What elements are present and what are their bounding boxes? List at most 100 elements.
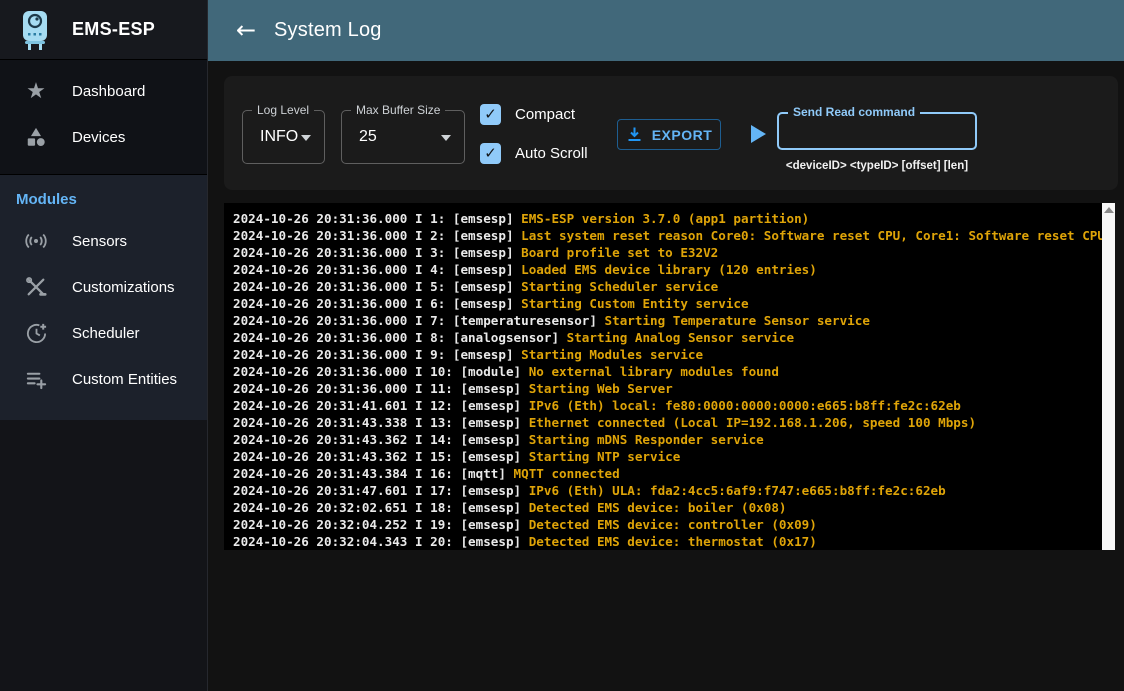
log-line-prefix: 2024-10-26 20:31:36.000 I 6: [emsesp]: [233, 296, 521, 311]
log-line: 2024-10-26 20:31:36.000 I 1: [emsesp] EM…: [233, 210, 1115, 227]
tools-icon: [24, 275, 48, 299]
log-line-message: Starting mDNS Responder service: [529, 432, 764, 447]
log-line-prefix: 2024-10-26 20:31:43.362 I 14: [emsesp]: [233, 432, 529, 447]
auto-scroll-checkbox-row[interactable]: ✓ Auto Scroll: [480, 143, 588, 164]
log-line-prefix: 2024-10-26 20:32:02.651 I 18: [emsesp]: [233, 500, 529, 515]
log-line-prefix: 2024-10-26 20:32:04.252 I 19: [emsesp]: [233, 517, 529, 532]
chevron-down-icon: [441, 135, 451, 141]
log-line-message: EMS-ESP version 3.7.0 (app1 partition): [521, 211, 809, 226]
modules-section-title: Modules: [0, 185, 207, 218]
log-line-prefix: 2024-10-26 20:31:36.000 I 10: [module]: [233, 364, 529, 379]
log-level-value: INFO: [260, 128, 298, 146]
antenna-icon: [24, 229, 48, 253]
send-read-command-input[interactable]: [779, 114, 975, 148]
log-line: 2024-10-26 20:31:36.000 I 8: [analogsens…: [233, 329, 1115, 346]
sidebar-item-label: Dashboard: [72, 83, 145, 100]
sidebar-item-devices[interactable]: Devices: [0, 114, 207, 160]
system-log-console[interactable]: 2024-10-26 20:31:36.000 I 1: [emsesp] EM…: [224, 203, 1115, 550]
sidebar-item-custom-entities[interactable]: Custom Entities: [0, 356, 207, 402]
log-level-select[interactable]: Log Level INFO: [242, 110, 325, 164]
log-line-prefix: 2024-10-26 20:31:36.000 I 8: [analogsens…: [233, 330, 567, 345]
compact-checkbox[interactable]: ✓: [480, 104, 501, 125]
log-line: 2024-10-26 20:31:36.000 I 5: [emsesp] St…: [233, 278, 1115, 295]
star-icon: ★: [24, 79, 48, 103]
log-line-prefix: 2024-10-26 20:31:47.601 I 17: [emsesp]: [233, 483, 529, 498]
log-line-prefix: 2024-10-26 20:31:36.000 I 5: [emsesp]: [233, 279, 521, 294]
log-line-message: Starting Scheduler service: [521, 279, 718, 294]
log-line-prefix: 2024-10-26 20:31:43.338 I 13: [emsesp]: [233, 415, 529, 430]
app-title: EMS-ESP: [72, 19, 155, 40]
log-line-message: IPv6 (Eth) ULA: fda2:4cc5:6af9:f747:e665…: [529, 483, 946, 498]
log-line-prefix: 2024-10-26 20:31:36.000 I 9: [emsesp]: [233, 347, 521, 362]
log-toolbar-card: Log Level INFO Max Buffer Size 25 ✓ Comp…: [224, 76, 1118, 190]
log-line: 2024-10-26 20:31:43.362 I 15: [emsesp] S…: [233, 448, 1115, 465]
log-line: 2024-10-26 20:31:43.362 I 14: [emsesp] S…: [233, 431, 1115, 448]
auto-scroll-checkbox-label: Auto Scroll: [515, 145, 588, 162]
console-scrollbar[interactable]: [1102, 203, 1115, 550]
log-line-message: MQTT connected: [514, 466, 620, 481]
log-line: 2024-10-26 20:32:04.252 I 19: [emsesp] D…: [233, 516, 1115, 533]
log-line-prefix: 2024-10-26 20:31:36.000 I 3: [emsesp]: [233, 245, 521, 260]
sidebar-item-label: Custom Entities: [72, 371, 177, 388]
page-title: System Log: [274, 19, 382, 42]
log-line-message: Last system reset reason Core0: Software…: [521, 228, 1105, 243]
appbar: ← System Log: [208, 0, 1124, 61]
boiler-logo-icon: [16, 9, 54, 51]
sidebar-modules-nav: Sensors Customizations Scheduler Custom Ent…: [0, 218, 207, 402]
log-line: 2024-10-26 20:31:47.601 I 17: [emsesp] I…: [233, 482, 1115, 499]
back-arrow-icon[interactable]: ←: [232, 17, 260, 45]
sidebar-modules-section: Modules Sensors Customizations Scheduler Cu…: [0, 174, 207, 420]
log-line-message: Starting Web Server: [529, 381, 673, 396]
playlist-add-icon: [24, 367, 48, 391]
log-line-prefix: 2024-10-26 20:31:41.601 I 12: [emsesp]: [233, 398, 529, 413]
sidebar-item-label: Sensors: [72, 233, 127, 250]
sidebar-item-customizations[interactable]: Customizations: [0, 264, 207, 310]
send-read-command-label: Send Read command: [788, 105, 920, 119]
log-line-message: Ethernet connected (Local IP=192.168.1.2…: [529, 415, 976, 430]
log-line-prefix: 2024-10-26 20:31:36.000 I 4: [emsesp]: [233, 262, 521, 277]
sidebar-item-label: Devices: [72, 129, 125, 146]
scrollbar-up-arrow-icon[interactable]: [1104, 207, 1114, 213]
compact-checkbox-label: Compact: [515, 106, 575, 123]
log-line-prefix: 2024-10-26 20:32:04.343 I 20: [emsesp]: [233, 534, 529, 549]
log-line-message: Detected EMS device: boiler (0x08): [529, 500, 787, 515]
max-buffer-size-value: 25: [359, 128, 377, 146]
log-line-message: Loaded EMS device library (120 entries): [521, 262, 817, 277]
auto-scroll-checkbox[interactable]: ✓: [480, 143, 501, 164]
log-line-prefix: 2024-10-26 20:31:36.000 I 2: [emsesp]: [233, 228, 521, 243]
sidebar-item-label: Customizations: [72, 279, 175, 296]
export-button-label: EXPORT: [652, 127, 713, 143]
ems-esp-app: EMS-ESP ★ Dashboard Devices Modules Sensor…: [0, 0, 1124, 691]
log-line-prefix: 2024-10-26 20:31:36.000 I 1: [emsesp]: [233, 211, 521, 226]
download-icon: [626, 126, 643, 143]
chevron-down-icon: [301, 135, 311, 141]
log-line-prefix: 2024-10-26 20:31:43.362 I 15: [emsesp]: [233, 449, 529, 464]
sidebar-item-label: Scheduler: [72, 325, 140, 342]
log-line-message: Starting Modules service: [521, 347, 703, 362]
export-button[interactable]: EXPORT: [617, 119, 721, 150]
log-line: 2024-10-26 20:31:36.000 I 7: [temperatur…: [233, 312, 1115, 329]
log-line-prefix: 2024-10-26 20:31:36.000 I 11: [emsesp]: [233, 381, 529, 396]
log-line-prefix: 2024-10-26 20:31:36.000 I 7: [temperatur…: [233, 313, 605, 328]
sidebar-nav: ★ Dashboard Devices: [0, 60, 207, 174]
log-line-message: Starting Temperature Sensor service: [605, 313, 870, 328]
compact-checkbox-row[interactable]: ✓ Compact: [480, 104, 575, 125]
log-line: 2024-10-26 20:32:02.651 I 18: [emsesp] D…: [233, 499, 1115, 516]
category-icon: [24, 125, 48, 149]
log-line-prefix: 2024-10-26 20:31:43.384 I 16: [mqtt]: [233, 466, 514, 481]
send-play-icon[interactable]: [751, 125, 766, 143]
sidebar-item-sensors[interactable]: Sensors: [0, 218, 207, 264]
sidebar-item-dashboard[interactable]: ★ Dashboard: [0, 68, 207, 114]
content: Log Level INFO Max Buffer Size 25 ✓ Comp…: [208, 61, 1124, 691]
log-line: 2024-10-26 20:31:41.601 I 12: [emsesp] I…: [233, 397, 1115, 414]
log-line: 2024-10-26 20:31:36.000 I 2: [emsesp] La…: [233, 227, 1115, 244]
sidebar: EMS-ESP ★ Dashboard Devices Modules Sensor…: [0, 0, 208, 691]
log-line: 2024-10-26 20:31:36.000 I 10: [module] N…: [233, 363, 1115, 380]
clock-plus-icon: [24, 321, 48, 345]
log-line-message: IPv6 (Eth) local: fe80:0000:0000:0000:e6…: [529, 398, 961, 413]
send-read-command-field: Send Read command: [777, 112, 977, 150]
max-buffer-size-select[interactable]: Max Buffer Size 25: [341, 110, 465, 164]
sidebar-item-scheduler[interactable]: Scheduler: [0, 310, 207, 356]
log-line: 2024-10-26 20:31:36.000 I 3: [emsesp] Bo…: [233, 244, 1115, 261]
log-line-message: Detected EMS device: controller (0x09): [529, 517, 817, 532]
